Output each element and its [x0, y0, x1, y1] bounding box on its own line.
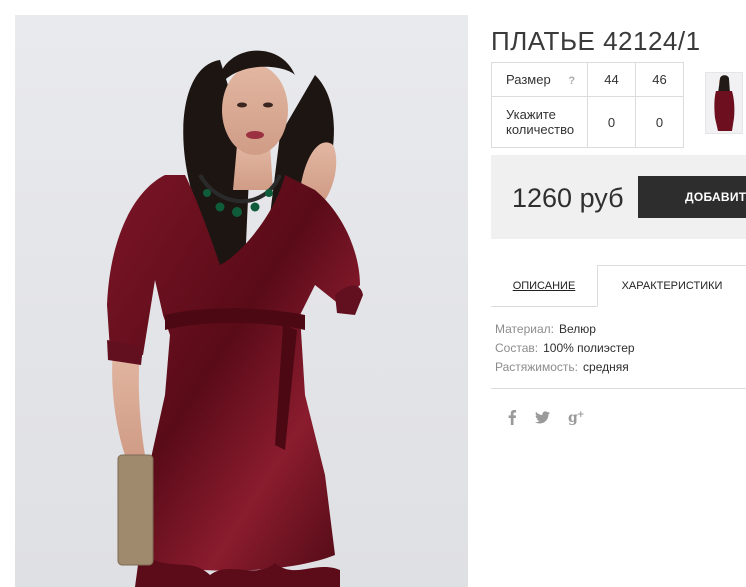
quantity-input-44[interactable]: 0: [587, 96, 636, 148]
social-share: g +: [507, 409, 604, 429]
spec-value: средняя: [583, 360, 629, 374]
add-to-cart-button[interactable]: ДОБАВИТЬ В КОРЗИНУ: [638, 176, 746, 218]
quantity-label: Укажите количество: [491, 96, 588, 148]
size-row: Размер ? 44 46: [491, 62, 684, 97]
product-photo[interactable]: [15, 15, 468, 587]
google-plus-glyph: g +: [568, 410, 585, 426]
quantity-row: Укажите количество 0 0: [491, 96, 684, 148]
add-to-cart-label: ДОБАВИТЬ В КОРЗИНУ: [685, 190, 746, 204]
twitter-glyph: [535, 411, 550, 424]
divider: [491, 388, 746, 389]
size-option-46[interactable]: 46: [635, 62, 684, 97]
spec-label: Состав:: [495, 341, 539, 355]
tab-characteristics[interactable]: ХАРАКТЕРИСТИКИ: [597, 265, 746, 307]
size-header-cell: Размер ?: [491, 62, 588, 97]
twitter-icon[interactable]: [535, 410, 550, 428]
product-tabs: ОПИСАНИЕ ХАРАКТЕРИСТИКИ: [491, 265, 746, 307]
size-table: Размер ? 44 46 Укажите количество 0 0: [491, 62, 684, 148]
tab-description[interactable]: ОПИСАНИЕ: [491, 265, 597, 306]
spec-label: Растяжимость:: [495, 360, 579, 374]
spec-material: Материал: Велюр: [495, 320, 635, 339]
spec-value: 100% полиэстер: [543, 341, 635, 355]
facebook-glyph: [508, 410, 517, 425]
product-title: ПЛАТЬЕ 42124/1: [491, 26, 701, 57]
size-option-44[interactable]: 44: [587, 62, 636, 97]
spec-composition: Состав: 100% полиэстер: [495, 339, 635, 358]
facebook-icon[interactable]: [507, 409, 517, 429]
google-plus-icon[interactable]: g +: [568, 409, 586, 429]
thumbnail-image: [714, 75, 735, 131]
quantity-input-46[interactable]: 0: [635, 96, 684, 148]
spec-value: Велюр: [558, 322, 596, 336]
spec-label: Материал:: [495, 322, 554, 336]
svg-text:+: +: [577, 410, 585, 420]
characteristics-list: Материал: Велюр Состав: 100% полиэстер Рас…: [495, 320, 635, 377]
model-illustration: [107, 50, 363, 587]
product-price: 1260 руб: [512, 183, 624, 213]
help-icon[interactable]: ?: [568, 75, 575, 87]
size-label: Размер: [506, 72, 551, 87]
price-block: 1260 руб ДОБАВИТЬ В КОРЗИНУ: [491, 155, 746, 239]
product-thumbnail[interactable]: [705, 72, 743, 134]
spec-stretch: Растяжимость: средняя: [495, 358, 635, 377]
